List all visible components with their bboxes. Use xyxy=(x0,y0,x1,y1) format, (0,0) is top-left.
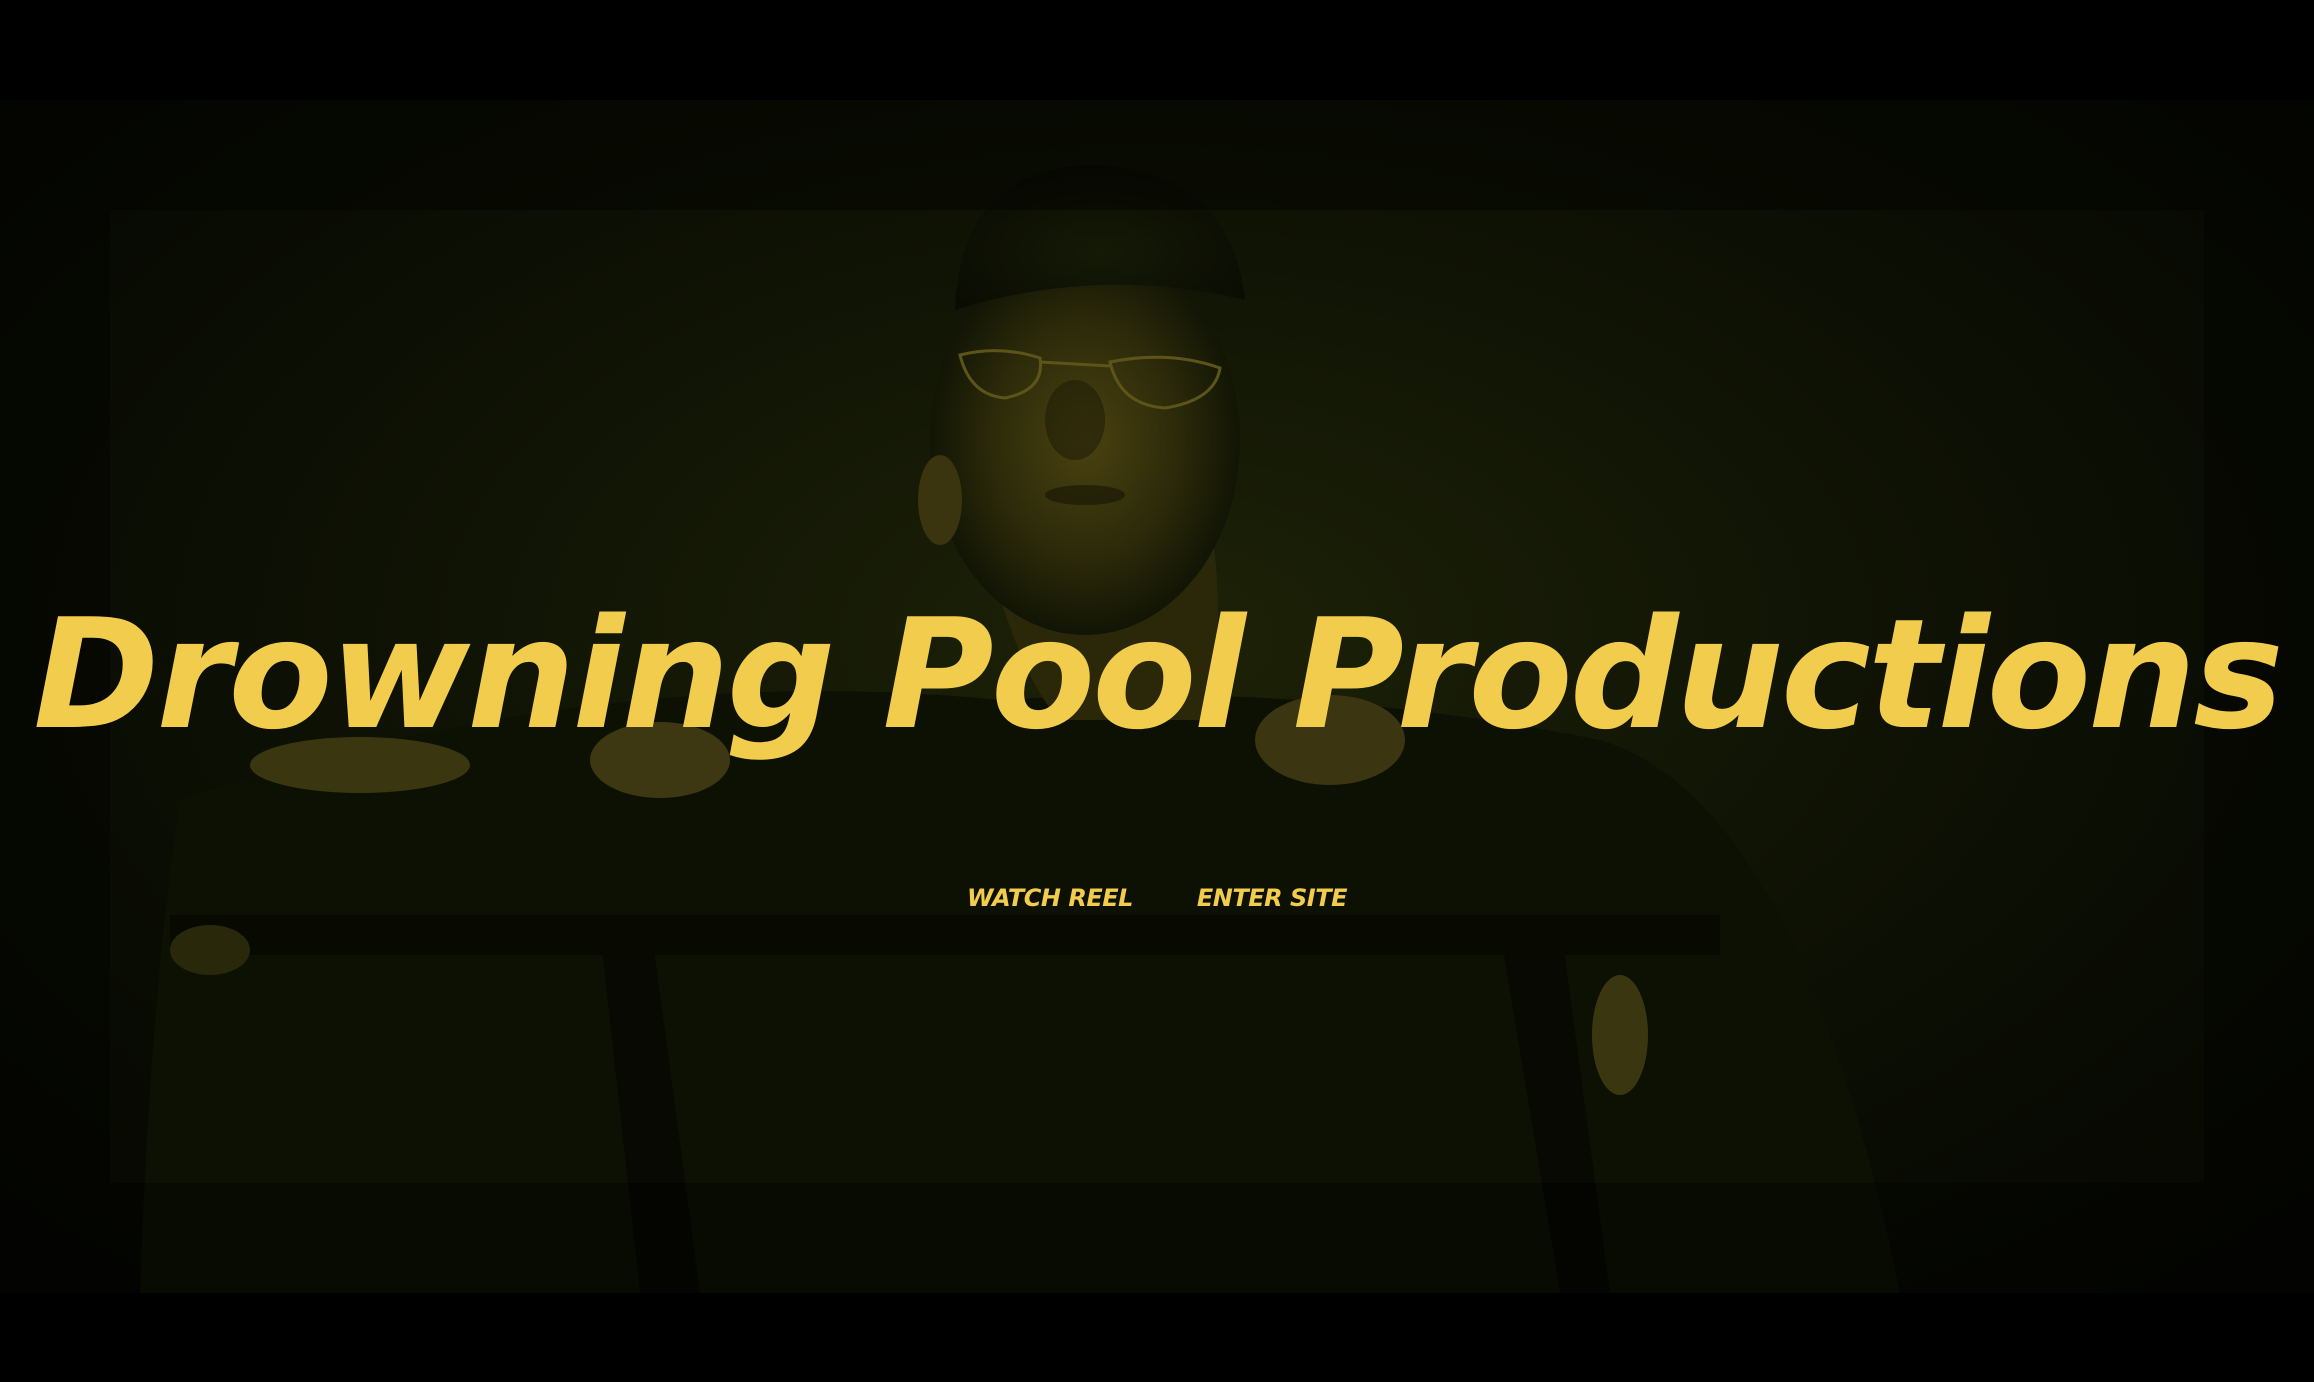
letterbox-bottom xyxy=(0,1293,2314,1382)
landing-page: Drowning Pool Productions WATCH REEL ENT… xyxy=(0,0,2314,1382)
background-video: Drowning Pool Productions WATCH REEL ENT… xyxy=(0,100,2314,1293)
letterbox-top xyxy=(0,0,2314,100)
hero-nav: WATCH REEL ENTER SITE xyxy=(0,878,2314,918)
site-title: Drowning Pool Productions xyxy=(33,586,2284,763)
watch-reel-link[interactable]: WATCH REEL xyxy=(967,878,1133,918)
enter-site-link[interactable]: ENTER SITE xyxy=(1197,878,1348,918)
